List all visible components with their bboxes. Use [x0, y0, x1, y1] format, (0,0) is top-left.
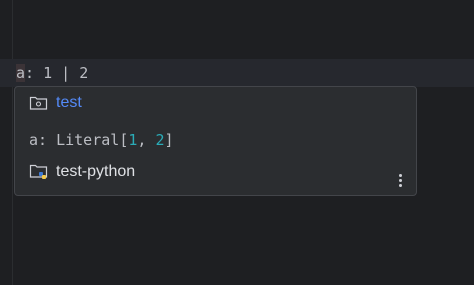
bracket-close: ] — [164, 131, 174, 149]
more-dot — [398, 178, 402, 182]
code-text: : 1 | 2 — [25, 64, 89, 82]
quick-documentation-popup: test a: Literal[1, 2] test-python — [14, 86, 417, 196]
gutter-divider — [12, 0, 13, 285]
project-row: test-python — [29, 161, 135, 183]
python-module-folder-icon — [29, 94, 49, 112]
signature-colon: : — [38, 131, 57, 149]
type-signature: a: Literal[1, 2] — [29, 129, 174, 151]
variable-name: a — [29, 131, 39, 149]
project-name: test-python — [56, 163, 136, 180]
code-line[interactable]: a: 1 | 2 — [16, 62, 88, 84]
more-vertical-icon[interactable] — [392, 169, 408, 191]
literal-separator: , — [137, 131, 156, 149]
module-row: test — [29, 92, 82, 114]
more-dot — [398, 183, 402, 187]
more-dot — [398, 173, 402, 177]
python-project-folder-icon — [29, 163, 49, 181]
bracket-open: [ — [119, 131, 129, 149]
caret-character: a — [16, 64, 26, 82]
module-link[interactable]: test — [56, 94, 82, 112]
type-name: Literal — [56, 131, 120, 149]
code-editor[interactable]: a: 1 | 2 test a: Literal[1, 2] test-pyth… — [0, 0, 474, 285]
